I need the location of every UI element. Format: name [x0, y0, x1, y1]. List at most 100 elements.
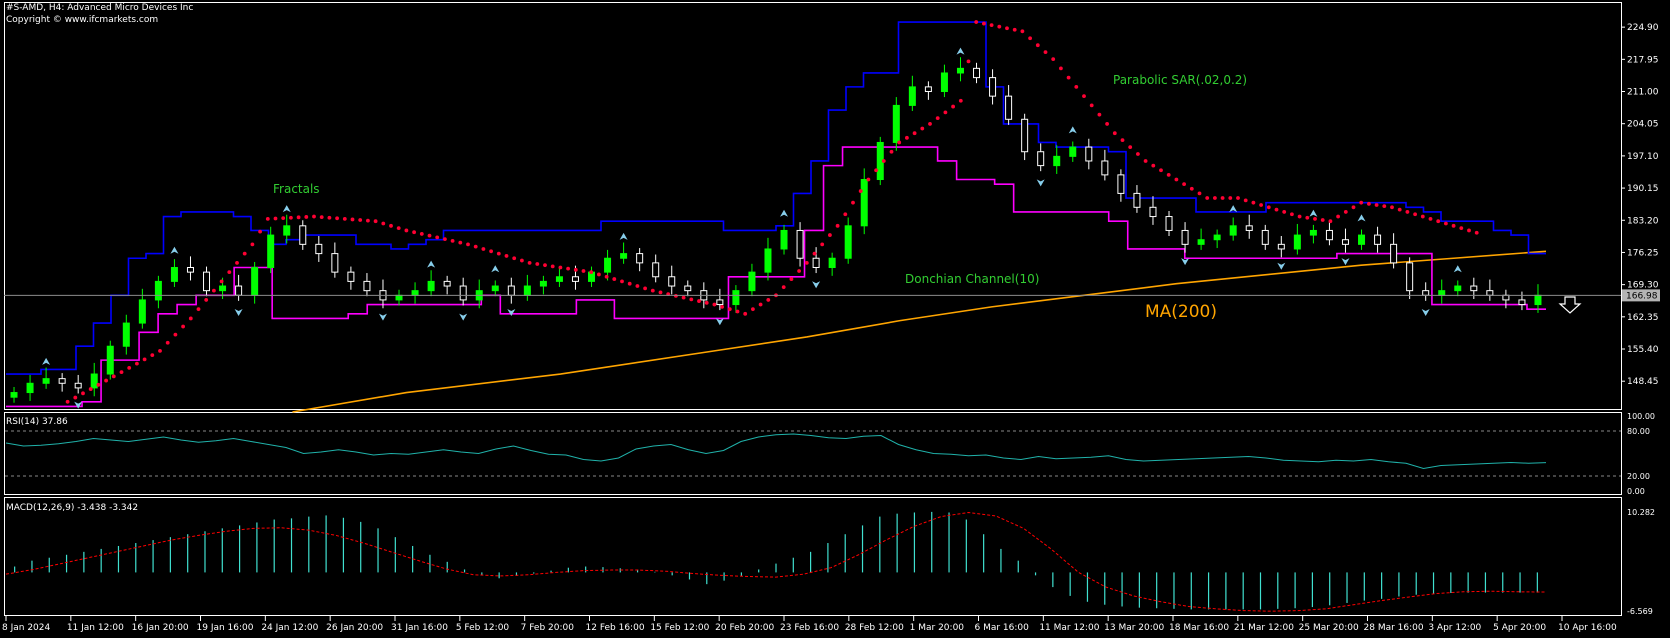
- bear-candle: [1261, 229, 1269, 245]
- sar-dot: [1082, 94, 1086, 99]
- sar-dot: [912, 131, 917, 136]
- sar-dot: [219, 279, 224, 284]
- sar-dot: [1028, 36, 1032, 41]
- sar-dot: [1459, 226, 1464, 231]
- x-tick-label: 26 Jan 20:00: [326, 623, 383, 633]
- x-tick-label: 24 Jan 12:00: [261, 623, 318, 633]
- sar-dot: [273, 216, 278, 221]
- sar-dot: [173, 332, 178, 337]
- bull-candle: [956, 67, 964, 74]
- sar-dot: [743, 311, 748, 316]
- macd-tick-label: 10.282: [1627, 508, 1655, 517]
- sar-dot: [1305, 215, 1310, 220]
- x-tick-label: 5 Apr 20:00: [1493, 623, 1546, 633]
- sar-dot: [165, 340, 170, 345]
- sar-dot: [258, 229, 262, 234]
- sar-dot: [681, 295, 686, 300]
- ma-label: MA(200): [1145, 302, 1217, 322]
- sar-dot: [1105, 122, 1109, 126]
- sar-dot: [643, 286, 647, 291]
- sar-dot: [1097, 112, 1102, 117]
- x-tick-label: 21 Mar 12:00: [1234, 623, 1294, 633]
- sar-dot: [1428, 216, 1433, 221]
- sar-dot: [658, 290, 663, 295]
- sar-dot: [1059, 66, 1063, 71]
- macd-tick-label: -6.569: [1627, 607, 1653, 616]
- sar-dot: [73, 395, 78, 400]
- bear-candle: [973, 67, 981, 79]
- bull-candle: [283, 225, 291, 236]
- sar-dot: [958, 98, 963, 103]
- sar-dot: [604, 274, 609, 279]
- bull-candle: [732, 290, 740, 306]
- sar-dot: [1297, 214, 1302, 219]
- sar-dot: [350, 217, 355, 222]
- sar-dot: [581, 269, 586, 273]
- sar-dot: [458, 240, 463, 245]
- sar-dot: [512, 256, 517, 261]
- sar-dot: [1174, 177, 1179, 182]
- x-tick-label: 11 Mar 12:00: [1039, 623, 1099, 633]
- sar-dot: [158, 348, 162, 353]
- sar-dot: [427, 233, 432, 238]
- sar-dot: [1035, 43, 1040, 48]
- bull-candle: [1053, 155, 1061, 167]
- x-tick-label: 25 Mar 20:00: [1299, 623, 1359, 633]
- bear-candle: [924, 86, 932, 93]
- x-tick-label: 31 Jan 16:00: [391, 623, 448, 633]
- sar-dot: [835, 223, 840, 228]
- sar-dot: [1166, 172, 1171, 177]
- sar-dot: [982, 21, 986, 26]
- sar-dot: [889, 149, 894, 154]
- sar-dot: [212, 288, 216, 293]
- bear-candle: [1341, 239, 1349, 245]
- bull-candle: [604, 257, 612, 273]
- sar-dot: [489, 249, 493, 254]
- sar-dot: [881, 159, 886, 163]
- bear-candle: [1181, 229, 1189, 245]
- sar-dot: [450, 238, 455, 243]
- sar-dot: [989, 23, 994, 28]
- sar-dot: [620, 279, 624, 284]
- bull-candle: [828, 257, 836, 269]
- fractals-label: Fractals: [273, 182, 320, 196]
- macd-title: MACD(12,26,9) -3.438 -3.342: [6, 503, 138, 513]
- sar-dot: [389, 223, 393, 228]
- bear-candle: [235, 285, 243, 296]
- sar-dot: [789, 277, 794, 281]
- sar-dot: [373, 219, 378, 224]
- sar-dot: [1236, 196, 1240, 200]
- sar-dot: [735, 309, 740, 314]
- bull-candle: [42, 378, 50, 384]
- sar-dot: [443, 237, 447, 242]
- sar-dot: [866, 177, 871, 182]
- y-tick-label: 183.20: [1627, 216, 1659, 226]
- sar-dot: [1259, 203, 1263, 207]
- bear-candle: [1165, 216, 1173, 231]
- sar-dot: [1136, 152, 1140, 156]
- sar-dot: [858, 189, 863, 193]
- sar-dot: [1282, 210, 1287, 214]
- x-tick-label: 16 Jan 20:00: [132, 623, 189, 633]
- bull-candle: [1069, 146, 1077, 157]
- bear-candle: [1518, 299, 1526, 306]
- bull-candle: [251, 267, 259, 296]
- sar-dot: [1274, 207, 1279, 212]
- sar-dot: [81, 391, 85, 396]
- bull-candle: [395, 294, 403, 301]
- bear-candle: [459, 285, 467, 301]
- sar-dot: [496, 251, 501, 256]
- current-price-label: 166.98: [1626, 291, 1658, 301]
- sar-dot: [1205, 196, 1210, 200]
- bear-candle: [331, 253, 339, 273]
- sar-dot: [135, 361, 139, 366]
- x-tick-label: 23 Feb 16:00: [780, 623, 839, 633]
- bull-candle: [764, 248, 772, 273]
- sar-dot: [419, 232, 424, 236]
- bear-candle: [1390, 243, 1398, 264]
- sar-dot: [1405, 210, 1410, 214]
- bear-candle: [716, 299, 724, 306]
- sar-dot: [358, 218, 363, 222]
- bear-candle: [1085, 146, 1093, 162]
- y-tick-label: 155.40: [1627, 345, 1659, 355]
